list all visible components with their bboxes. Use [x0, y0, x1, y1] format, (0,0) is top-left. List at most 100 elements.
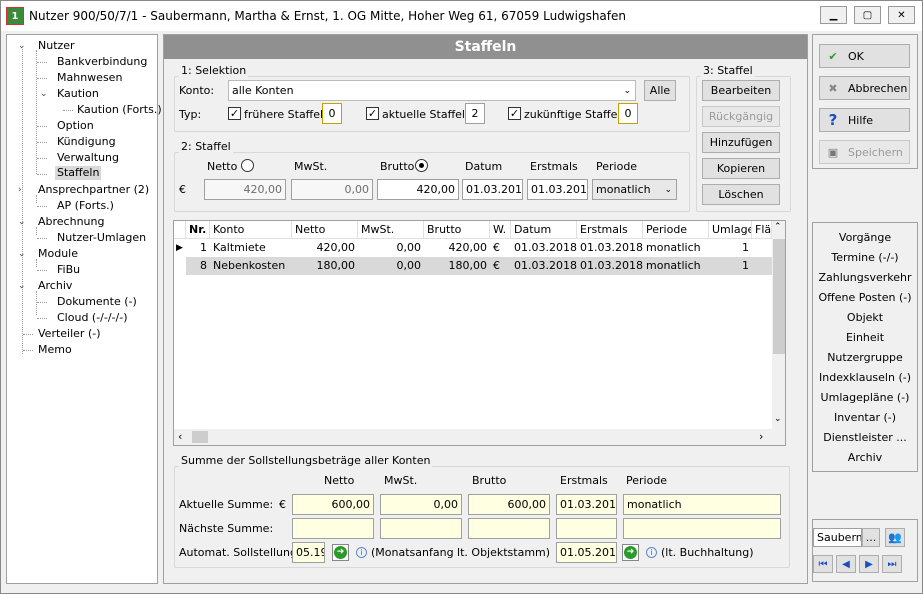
table-cell: 180,00: [316, 259, 356, 272]
aktuelle-checkbox[interactable]: ✓: [366, 107, 379, 120]
nutzer-collapse-icon[interactable]: ⌄: [18, 42, 27, 51]
vertical-scroll-thumb[interactable]: [773, 239, 785, 354]
maximize-button[interactable]: ▢: [854, 6, 881, 24]
zukuenftige-checkbox[interactable]: ✓: [508, 107, 521, 120]
vertical-scrollbar[interactable]: ⌃ ⌄: [772, 221, 785, 429]
link-termine[interactable]: Termine (-/-): [813, 251, 917, 264]
alle-button[interactable]: Alle: [644, 80, 676, 101]
scroll-down-icon[interactable]: ⌄: [774, 414, 782, 424]
link-einheit[interactable]: Einheit: [813, 331, 917, 344]
table-row[interactable]: ▶ 1 Kaltmiete 420,00 0,00 420,00 € 01.03…: [174, 239, 772, 257]
konto-select[interactable]: alle Konten ⌄: [228, 80, 636, 101]
next-record-icon[interactable]: ▶: [859, 555, 879, 573]
brutto-radio-label: Brutto: [380, 160, 415, 173]
tree-item-archiv[interactable]: Archiv: [38, 279, 72, 293]
tree-item-nutzer-umlagen[interactable]: Nutzer-Umlagen: [57, 231, 146, 245]
abrechnung-collapse-icon[interactable]: ⌄: [18, 218, 27, 227]
tree-item-verteiler[interactable]: Verteiler (-): [38, 327, 101, 341]
horizontal-scroll-thumb[interactable]: [192, 431, 208, 443]
column-header-datum[interactable]: Datum: [511, 221, 577, 239]
tree-item-abrechnung[interactable]: Abrechnung: [38, 215, 104, 229]
column-header-umlage[interactable]: Umlage: [709, 221, 752, 239]
people-icon[interactable]: 👥: [885, 528, 905, 547]
module-collapse-icon[interactable]: ⌄: [18, 250, 27, 259]
scroll-left-icon[interactable]: ‹: [178, 430, 182, 443]
column-header-netto[interactable]: Netto: [292, 221, 358, 239]
buchung-date-field[interactable]: 01.05.2019: [556, 542, 617, 563]
tree-item-ansprechpartner[interactable]: Ansprechpartner (2): [38, 183, 149, 197]
rueckgaengig-button[interactable]: Rückgängig: [702, 106, 780, 127]
tree-item-fibu[interactable]: FiBu: [57, 263, 80, 277]
table-cell: 8: [200, 259, 207, 272]
tree-item-bankverbindung[interactable]: Bankverbindung: [57, 55, 147, 69]
tree-item-cloud[interactable]: Cloud (-/-/-/-): [57, 311, 128, 325]
fruehere-checkbox[interactable]: ✓: [228, 107, 241, 120]
brutto-radio[interactable]: [415, 159, 428, 172]
periode-select[interactable]: monatlich ⌄: [592, 179, 677, 200]
mwst-field[interactable]: 0,00: [291, 179, 373, 200]
netto-radio[interactable]: [241, 159, 254, 172]
netto-field[interactable]: 420,00: [204, 179, 286, 200]
link-vorgaenge[interactable]: Vorgänge: [813, 231, 917, 244]
tree-item-verwaltung[interactable]: Verwaltung: [57, 151, 119, 165]
tree-item-staffeln[interactable]: Staffeln: [55, 166, 102, 180]
tree-item-nutzer[interactable]: Nutzer: [38, 39, 75, 53]
scroll-up-icon[interactable]: ⌃: [774, 222, 782, 232]
speichern-button[interactable]: ▣ Speichern: [819, 140, 910, 164]
link-dienstleister[interactable]: Dienstleister ...: [813, 431, 917, 444]
link-indexklauseln[interactable]: Indexklauseln (-): [813, 371, 917, 384]
last-record-icon[interactable]: ⏭: [882, 555, 902, 573]
tree-item-memo[interactable]: Memo: [38, 343, 72, 357]
tree-item-kaution[interactable]: Kaution: [57, 87, 99, 101]
aktuelle-netto-field: 600,00: [292, 494, 374, 515]
link-offene-posten[interactable]: Offene Posten (-): [813, 291, 917, 304]
column-header-periode[interactable]: Periode: [643, 221, 709, 239]
link-inventar[interactable]: Inventar (-): [813, 411, 917, 424]
search-more-button[interactable]: ...: [862, 528, 880, 547]
abbrechen-button[interactable]: ✖ Abbrechen: [819, 76, 910, 100]
tree-item-option[interactable]: Option: [57, 119, 94, 133]
scrollbar-corner: [772, 429, 785, 445]
first-record-icon[interactable]: ⏮: [813, 555, 833, 573]
tree-item-dokumente[interactable]: Dokumente (-): [57, 295, 137, 309]
link-nutzergruppe[interactable]: Nutzergruppe: [813, 351, 917, 364]
column-header-nr[interactable]: Nr.: [186, 221, 210, 239]
column-header-flaeche[interactable]: Flä: [752, 221, 772, 239]
column-header-erstmals[interactable]: Erstmals: [577, 221, 643, 239]
column-header-mwst[interactable]: MwSt.: [358, 221, 424, 239]
search-field[interactable]: Sauberm: [813, 528, 862, 547]
tree-item-module[interactable]: Module: [38, 247, 78, 261]
archiv-collapse-icon[interactable]: ⌄: [18, 282, 27, 291]
table-row[interactable]: 8 Nebenkosten 180,00 0,00 180,00 € 01.03…: [174, 257, 772, 275]
link-umlageplaene[interactable]: Umlagepläne (-): [813, 391, 917, 404]
automat-sollstellung-field[interactable]: 05.19: [292, 542, 325, 563]
kaution-collapse-icon[interactable]: ⌄: [40, 90, 49, 99]
brutto-field[interactable]: 420,00: [377, 179, 459, 200]
ok-button[interactable]: ✔ OK: [819, 44, 910, 68]
scroll-right-icon[interactable]: ›: [759, 430, 763, 443]
kopieren-button[interactable]: Kopieren: [702, 158, 780, 179]
link-zahlungsverkehr[interactable]: Zahlungsverkehr: [813, 271, 917, 284]
link-objekt[interactable]: Objekt: [813, 311, 917, 324]
tree-item-ap-forts[interactable]: AP (Forts.): [57, 199, 114, 213]
column-header-konto[interactable]: Konto: [210, 221, 292, 239]
link-archiv[interactable]: Archiv: [813, 451, 917, 464]
erstmals-field[interactable]: 01.03.2018: [527, 179, 588, 200]
loeschen-button[interactable]: Löschen: [702, 184, 780, 205]
previous-record-icon[interactable]: ◀: [836, 555, 856, 573]
minimize-button[interactable]: ▁: [820, 6, 847, 24]
column-header-brutto[interactable]: Brutto: [424, 221, 490, 239]
tree-item-kuendigung[interactable]: Kündigung: [57, 135, 116, 149]
horizontal-scrollbar[interactable]: ‹ ›: [174, 429, 772, 445]
column-header-waehrung[interactable]: W.: [490, 221, 511, 239]
go-button[interactable]: ➜: [332, 544, 349, 561]
tree-item-mahnwesen[interactable]: Mahnwesen: [57, 71, 122, 85]
tree-item-kaution-forts[interactable]: Kaution (Forts.): [77, 103, 162, 117]
close-button[interactable]: ✕: [888, 6, 915, 24]
bearbeiten-button[interactable]: Bearbeiten: [702, 80, 780, 101]
hinzufuegen-button[interactable]: Hinzufügen: [702, 132, 780, 153]
datum-field[interactable]: 01.03.2018: [462, 179, 523, 200]
ansprechpartner-expand-icon[interactable]: ›: [18, 186, 27, 195]
hilfe-button[interactable]: ? Hilfe: [819, 108, 910, 132]
buchung-go-button[interactable]: ➜: [622, 544, 639, 561]
